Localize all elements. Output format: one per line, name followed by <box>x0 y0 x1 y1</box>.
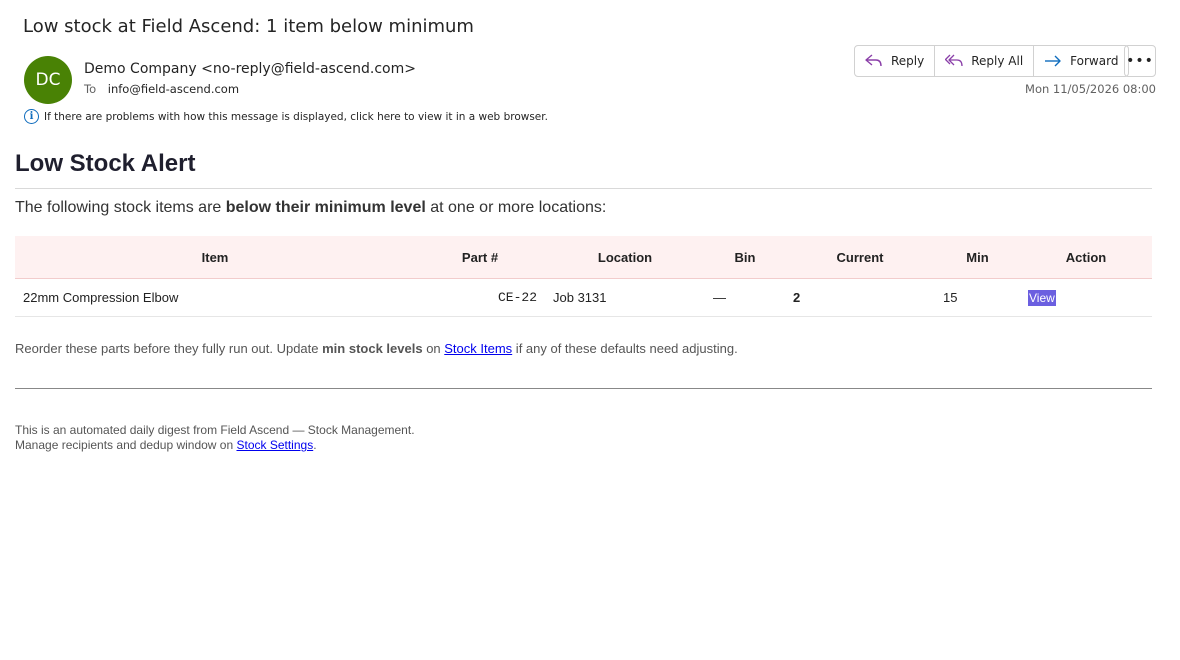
stock-settings-link[interactable]: Stock Settings <box>236 438 313 452</box>
reorder-note: Reorder these parts before they fully ru… <box>15 341 1152 356</box>
header-min: Min <box>935 236 1020 279</box>
stock-items-link[interactable]: Stock Items <box>444 341 512 356</box>
received-timestamp: Mon 11/05/2026 08:00 <box>1025 82 1156 96</box>
display-problem-text: If there are problems with how this mess… <box>44 110 548 123</box>
intro-text-bold: below their minimum level <box>225 199 426 216</box>
reorder-note-mid: on <box>422 341 445 356</box>
reply-all-icon <box>945 54 963 67</box>
recipient-line: To info@field-ascend.com <box>84 82 239 96</box>
avatar-initials: DC <box>35 70 61 90</box>
footer-settings-line: Manage recipients and dedup window on St… <box>15 438 1152 453</box>
header-item: Item <box>15 236 415 279</box>
table-row: 22mm Compression Elbow CE-22 Job 3131 — … <box>15 278 1152 317</box>
forward-button[interactable]: Forward <box>1034 46 1128 76</box>
cell-current: 2 <box>785 278 935 317</box>
footer-settings-end: . <box>313 438 317 452</box>
cell-part-number: CE-22 <box>415 278 545 317</box>
header-location: Location <box>545 236 705 279</box>
message-actions: Reply Reply All Forward <box>854 45 1130 77</box>
forward-label: Forward <box>1070 54 1119 68</box>
email-subject: Low stock at Field Ascend: 1 item below … <box>23 16 474 37</box>
cell-item: 22mm Compression Elbow <box>15 278 415 317</box>
reply-button[interactable]: Reply <box>855 46 936 76</box>
intro-text-end: at one or more locations: <box>425 199 607 216</box>
forward-icon <box>1045 55 1061 67</box>
header-bin: Bin <box>705 236 785 279</box>
footer-settings-text: Manage recipients and dedup window on <box>15 438 237 452</box>
intro-text-start: The following stock items are <box>15 199 226 216</box>
cell-location: Job 3131 <box>545 278 705 317</box>
header-current: Current <box>785 236 935 279</box>
cell-bin: — <box>705 278 785 317</box>
reply-all-label: Reply All <box>971 54 1024 68</box>
header-action: Action <box>1020 236 1152 279</box>
reorder-note-bold: min stock levels <box>322 341 423 356</box>
sender-name[interactable]: Demo Company <no-reply@field-ascend.com> <box>84 61 416 77</box>
footer-digest-text: This is an automated daily digest from F… <box>15 423 415 437</box>
reply-all-button[interactable]: Reply All <box>935 46 1035 76</box>
display-problem-notice[interactable]: i If there are problems with how this me… <box>24 109 548 124</box>
info-icon: i <box>24 109 39 124</box>
table-header-row: Item Part # Location Bin Current Min Act… <box>15 236 1152 279</box>
email-body: Low Stock Alert The following stock item… <box>15 150 1152 453</box>
cell-min: 15 <box>935 278 1020 317</box>
more-icon: ••• <box>1126 53 1154 69</box>
reorder-note-end: if any of these defaults need adjusting. <box>512 341 738 356</box>
footer-divider <box>15 388 1152 389</box>
reply-icon <box>865 54 882 67</box>
email-footer: This is an automated daily digest from F… <box>15 423 1152 453</box>
sender-avatar[interactable]: DC <box>24 56 72 104</box>
alert-title: Low Stock Alert <box>15 150 1152 189</box>
reply-label: Reply <box>891 54 925 68</box>
reorder-note-start: Reorder these parts before they fully ru… <box>15 341 323 356</box>
to-label: To <box>84 82 97 96</box>
intro-text: The following stock items are below thei… <box>15 199 1152 217</box>
header-part-number: Part # <box>415 236 545 279</box>
low-stock-table: Item Part # Location Bin Current Min Act… <box>15 236 1152 317</box>
recipient-address[interactable]: info@field-ascend.com <box>108 82 239 96</box>
more-actions-button[interactable]: ••• <box>1124 45 1156 77</box>
cell-action: View <box>1020 278 1152 317</box>
view-item-link[interactable]: View <box>1028 290 1056 306</box>
